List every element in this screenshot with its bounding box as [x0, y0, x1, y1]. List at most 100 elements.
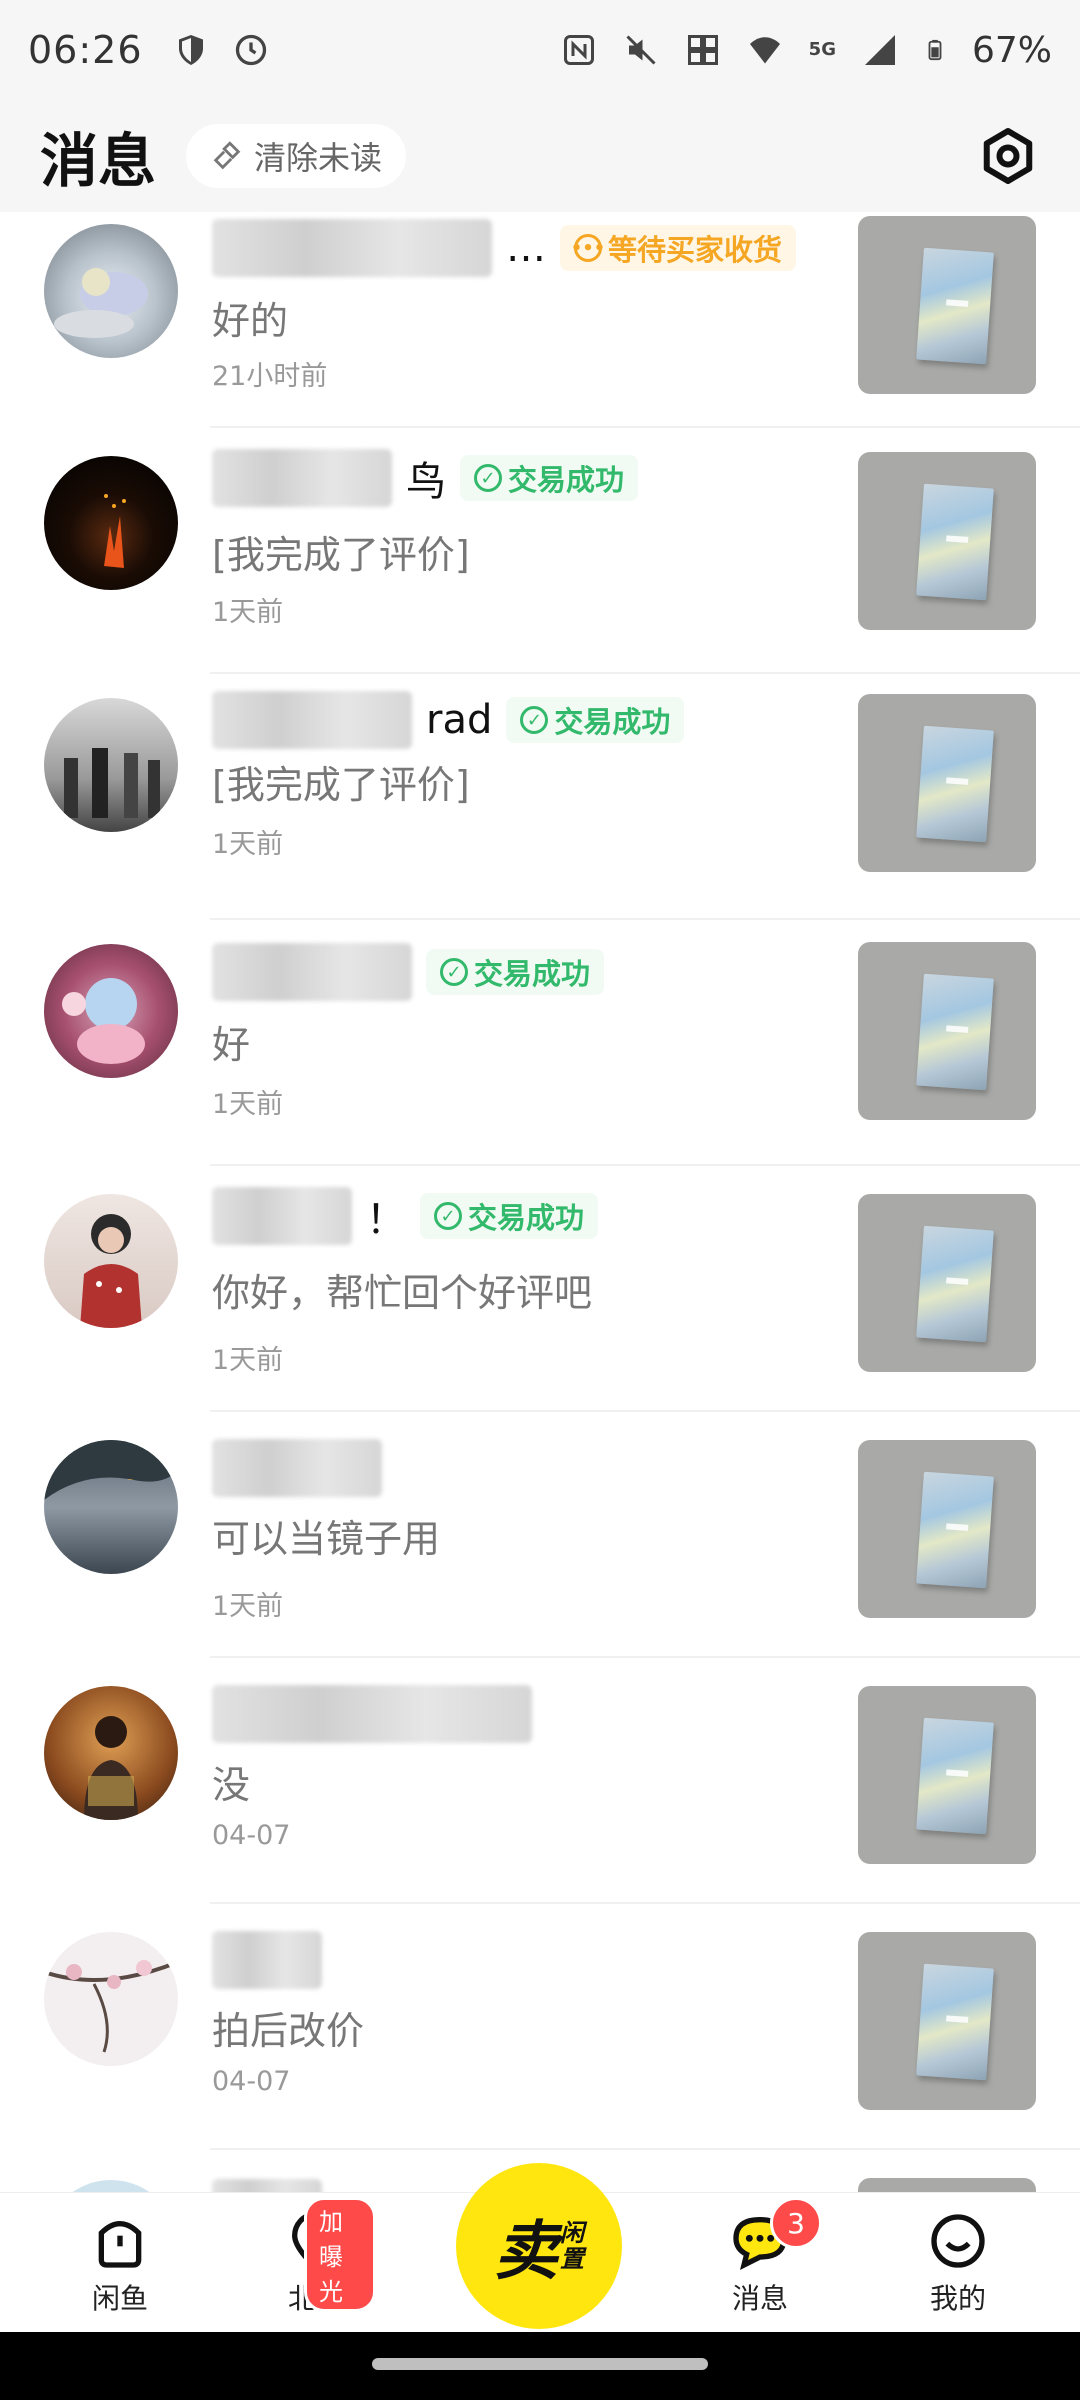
- page-header: 消息 清除未读: [0, 100, 1080, 212]
- hd-icon: [687, 35, 718, 65]
- fire-photo: [104, 494, 126, 568]
- blossom-photo: [44, 1960, 178, 2053]
- conversation-row[interactable]: 拍后改价 04-07: [0, 1904, 1080, 2150]
- last-message: [我完成了评价]: [212, 763, 470, 807]
- last-message: 没: [212, 1763, 251, 1807]
- last-message: 好: [212, 1023, 251, 1067]
- check-icon: ✓: [520, 706, 549, 734]
- settings-icon: [983, 128, 1033, 184]
- sell-button[interactable]: 卖 闲 置: [456, 2163, 622, 2329]
- street-photo: [44, 1440, 178, 1500]
- product-thumbnail[interactable]: [858, 216, 1036, 394]
- status-badge: ••• 等待买家收货: [560, 225, 797, 271]
- product-thumbnail[interactable]: [858, 1440, 1036, 1618]
- shield-icon: [178, 35, 203, 65]
- conversation-row[interactable]: … ••• 等待买家收货 好的 21小时前: [0, 212, 1080, 428]
- check-icon: ✓: [474, 464, 502, 492]
- sell-sub-label-2: 置: [560, 2245, 584, 2273]
- nav-mine[interactable]: 我的: [898, 2209, 1018, 2317]
- last-message: 好的: [212, 299, 289, 343]
- portrait-photo: [80, 1214, 142, 1328]
- status-bar: 06:26 5G 67%: [0, 0, 1080, 100]
- message-time: 1天前: [212, 597, 284, 628]
- page-title: 消息: [40, 127, 157, 195]
- settings-button[interactable]: [976, 124, 1040, 188]
- nav-home[interactable]: 闲鱼: [60, 2209, 180, 2317]
- message-time: 04-07: [212, 1820, 291, 1851]
- conversation-row[interactable]: 可以当镜子用 1天前: [0, 1412, 1080, 1658]
- product-thumbnail[interactable]: [858, 2178, 1036, 2192]
- name-redacted: [212, 219, 492, 277]
- conversation-row[interactable]: 没 04-07: [0, 1658, 1080, 1904]
- status-badge: ✓ 交易成功: [426, 949, 605, 995]
- wifi-icon: [749, 37, 780, 64]
- status-badge: ✓ 交易成功: [460, 455, 639, 501]
- product-thumbnail[interactable]: [858, 694, 1036, 872]
- last-message: 拍后改价: [212, 2009, 365, 2053]
- conversation-list[interactable]: … ••• 等待买家收货 好的 21小时前 鸟 ✓ 交易成功 [我完成了评价] 1天…: [0, 212, 1080, 2192]
- name-redacted: [212, 2179, 322, 2192]
- message-time: 1天前: [212, 829, 284, 860]
- avatar[interactable]: [44, 698, 178, 832]
- name-redacted: [212, 449, 392, 507]
- battery-icon: [928, 39, 942, 61]
- product-thumbnail[interactable]: [858, 452, 1036, 630]
- sell-label: 卖: [494, 2215, 558, 2289]
- network-type: 5G: [808, 39, 836, 60]
- message-time: 21小时前: [212, 361, 328, 392]
- exposure-badge: 加曝光: [304, 2197, 376, 2312]
- avatar[interactable]: [44, 1440, 178, 1574]
- contact-name: …: [506, 225, 546, 271]
- product-thumbnail[interactable]: [858, 1194, 1036, 1372]
- message-time: 04-07: [212, 2066, 291, 2097]
- status-time: 06:26: [28, 28, 143, 72]
- smile-profile-icon: [931, 2214, 985, 2268]
- clear-unread-button[interactable]: 清除未读: [186, 124, 407, 188]
- unread-count-badge: 3: [770, 2197, 822, 2249]
- alarm-clock-icon: [235, 34, 266, 66]
- clear-unread-label: 清除未读: [254, 139, 383, 177]
- avatar[interactable]: [44, 1686, 178, 1820]
- message-time: 1天前: [212, 1345, 284, 1376]
- nav-home-label: 闲鱼: [91, 2282, 148, 2315]
- avatar[interactable]: [44, 1932, 178, 2066]
- nav-mine-label: 我的: [929, 2282, 986, 2315]
- name-redacted: [212, 1439, 382, 1497]
- avatar[interactable]: [44, 944, 178, 1078]
- message-time: 1天前: [212, 1089, 284, 1120]
- status-badge: ✓ 交易成功: [506, 697, 685, 743]
- toy-photo: [62, 978, 145, 1064]
- product-thumbnail[interactable]: [858, 942, 1036, 1120]
- check-icon: ✓: [434, 1202, 462, 1230]
- last-message: 可以当镜子用: [212, 1517, 441, 1561]
- avatar[interactable]: [44, 224, 178, 358]
- nav-messages-label: 消息: [731, 2282, 788, 2315]
- conversation-row[interactable]: rad ✓ 交易成功 [我完成了评价] 1天前: [0, 674, 1080, 920]
- avatar[interactable]: [44, 1194, 178, 1328]
- check-icon: ✓: [440, 958, 468, 986]
- product-thumbnail[interactable]: [858, 1932, 1036, 2110]
- sell-sub-label-1: 闲: [560, 2219, 584, 2247]
- avatar[interactable]: [44, 2180, 178, 2192]
- last-message: 你好，帮忙回个好评吧: [212, 1271, 593, 1315]
- nav-messages[interactable]: 消息 3: [700, 2197, 822, 2317]
- name-redacted: [212, 1187, 352, 1245]
- signal-icon: [864, 35, 895, 65]
- pending-icon: •••: [571, 234, 605, 262]
- conversation-row[interactable]: 鸟 ✓ 交易成功 [我完成了评价] 1天前: [0, 428, 1080, 674]
- conversation-row[interactable]: ✓ 交易成功 好 1天前: [0, 920, 1080, 1166]
- avatar[interactable]: [44, 456, 178, 590]
- nfc-icon: [563, 35, 594, 65]
- home-gesture-handle[interactable]: [372, 2358, 708, 2370]
- contact-name: ！: [366, 1197, 406, 1243]
- contact-name: rad: [426, 697, 493, 743]
- name-redacted: [212, 691, 412, 749]
- gesture-bar: [0, 2332, 1080, 2400]
- conversation-row[interactable]: ！ ✓ 交易成功 你好，帮忙回个好评吧 1天前: [0, 1166, 1080, 1412]
- nav-city[interactable]: 北京 加曝光: [256, 2197, 376, 2317]
- battery-percentage: 67%: [971, 29, 1052, 71]
- product-thumbnail[interactable]: [858, 1686, 1036, 1864]
- last-message: [我完成了评价]: [212, 533, 470, 577]
- bird-photo: [54, 268, 148, 338]
- contact-name: 鸟: [406, 459, 446, 505]
